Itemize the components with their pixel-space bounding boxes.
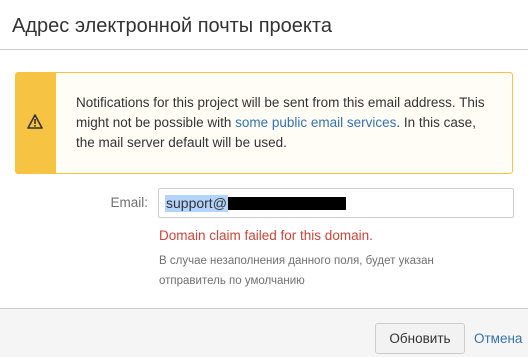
email-hint: В случае незаполнения данного поля, буде… — [159, 255, 434, 287]
update-button[interactable]: Обновить — [375, 323, 465, 354]
email-label: Email: — [110, 195, 148, 210]
dialog-title: Адрес электронной почты проекта — [12, 15, 332, 37]
dialog-footer: Обновить Отмена — [0, 308, 528, 357]
warning-strip — [16, 73, 56, 173]
warning-icon — [27, 114, 43, 129]
email-value: support@ — [165, 195, 346, 212]
email-error-message: Domain claim failed for this domain. — [159, 228, 373, 243]
public-email-services-link[interactable]: some public email services — [235, 115, 396, 130]
dialog-header: Адрес электронной почты проекта — [0, 0, 528, 50]
redaction-bar — [227, 197, 346, 210]
email-field[interactable]: support@ — [158, 188, 514, 218]
cancel-link[interactable]: Отмена — [474, 331, 522, 346]
email-value-text: support@ — [165, 195, 228, 212]
warning-message: Notifications for this project will be s… — [15, 72, 513, 174]
warning-text: Notifications for this project will be s… — [76, 93, 496, 153]
